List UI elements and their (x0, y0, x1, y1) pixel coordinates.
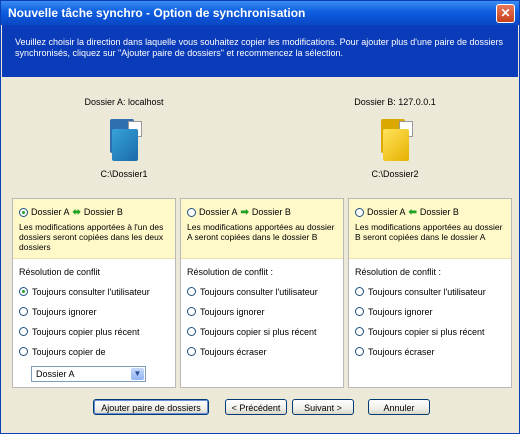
direction-from-label: Dossier A (199, 207, 238, 217)
folder-a-path: C:\Dossier1 (100, 169, 148, 179)
folder-yellow-icon (379, 119, 413, 163)
radio-button[interactable] (19, 327, 28, 336)
option-label: Toujours copier si plus récent (200, 326, 317, 337)
dialog-window: Nouvelle tâche synchro - Option de synch… (0, 0, 520, 434)
conflict-resolution-title: Résolution de conflit (19, 267, 101, 277)
option-label: Toujours copier de (32, 346, 106, 357)
window-title: Nouvelle tâche synchro - Option de synch… (8, 6, 306, 20)
radio-button[interactable] (187, 287, 196, 296)
title-bar[interactable]: Nouvelle tâche synchro - Option de synch… (1, 1, 519, 25)
direction-from-label: Dossier A (31, 207, 70, 217)
folder-b-path: C:\Dossier2 (371, 169, 419, 179)
folder-blue-icon (108, 119, 142, 163)
panel-a-to-b: Dossier A ➡ Dossier B Les modifications … (180, 198, 344, 388)
next-button[interactable]: Suivant > (292, 399, 354, 415)
close-button[interactable]: ✕ (496, 4, 515, 23)
chevron-down-icon[interactable]: ▼ (131, 368, 144, 380)
instructions-text: Veuillez choisir la direction dans laque… (15, 37, 503, 58)
folder-b-label: Dossier B: 127.0.0.1 (354, 97, 436, 107)
conflict-resolution-group: Résolution de conflit : Toujours consult… (349, 259, 511, 357)
option-always-ask[interactable]: Toujours consulter l'utilisateur (187, 286, 343, 297)
cancel-button[interactable]: Annuler (368, 399, 430, 415)
radio-button[interactable] (187, 307, 196, 316)
option-label: Toujours ignorer (368, 306, 433, 317)
radio-button[interactable] (355, 347, 364, 356)
radio-button[interactable] (19, 347, 28, 356)
radio-button[interactable] (19, 287, 28, 296)
radio-button[interactable] (355, 327, 364, 336)
bidirectional-arrow-icon: ⬌ (72, 206, 81, 218)
radio-button[interactable] (187, 347, 196, 356)
copy-from-select[interactable]: Dossier A ▼ (31, 366, 146, 382)
sync-options-panels: Dossier A ⬌ Dossier B Les modifications … (12, 198, 512, 388)
radio-button[interactable] (187, 327, 196, 336)
instructions-band: Veuillez choisir la direction dans laque… (2, 25, 518, 77)
direction-to-label: Dossier B (251, 207, 291, 217)
conflict-resolution-group: Résolution de conflit : Toujours consult… (181, 259, 343, 357)
conflict-resolution-title: Résolution de conflit : (187, 267, 274, 277)
direction-to-label: Dossier B (83, 207, 123, 217)
folder-b: Dossier B: 127.0.0.1 C:\Dossier2 (295, 97, 495, 179)
radio-button[interactable] (19, 307, 28, 316)
panel-bidirectional: Dossier A ⬌ Dossier B Les modifications … (12, 198, 176, 388)
radio-button[interactable] (355, 307, 364, 316)
conflict-resolution-group: Résolution de conflit Toujours consulter… (13, 259, 175, 382)
conflict-resolution-title: Résolution de conflit : (355, 267, 442, 277)
option-always-overwrite[interactable]: Toujours écraser (355, 346, 511, 357)
direction-description: Les modifications apportées au dossier A… (187, 222, 335, 242)
panel-b-to-a: Dossier A ⬅ Dossier B Les modifications … (348, 198, 512, 388)
folders-overview: Dossier A: localhost C:\Dossier1 Dossier… (2, 77, 518, 197)
option-always-ignore[interactable]: Toujours ignorer (187, 306, 343, 317)
direction-bidirectional-option[interactable]: Dossier A ⬌ Dossier B (19, 207, 123, 217)
option-always-ignore[interactable]: Toujours ignorer (19, 306, 175, 317)
direction-description: Les modifications apportées à l'un des d… (19, 222, 164, 252)
direction-radio[interactable] (19, 207, 28, 217)
option-label: Toujours copier si plus récent (368, 326, 485, 337)
radio-button[interactable] (355, 287, 364, 296)
option-label: Toujours écraser (368, 346, 435, 357)
direction-from-label: Dossier A (367, 207, 406, 217)
option-always-ignore[interactable]: Toujours ignorer (355, 306, 511, 317)
option-copy-from[interactable]: Toujours copier de (19, 346, 175, 357)
panel-bidirectional-header: Dossier A ⬌ Dossier B Les modifications … (13, 199, 175, 259)
option-label: Toujours écraser (200, 346, 267, 357)
copy-from-value: Dossier A (36, 369, 75, 379)
direction-radio[interactable] (187, 207, 196, 217)
direction-radio[interactable] (355, 207, 364, 217)
previous-button[interactable]: < Précédent (225, 399, 287, 415)
arrow-right-icon: ➡ (240, 206, 249, 218)
option-always-overwrite[interactable]: Toujours écraser (187, 346, 343, 357)
direction-description: Les modifications apportées au dossier B… (355, 222, 503, 242)
direction-a-to-b-option[interactable]: Dossier A ➡ Dossier B (187, 207, 291, 217)
button-bar: Ajouter paire de dossiers < Précédent Su… (1, 399, 519, 425)
option-label: Toujours ignorer (200, 306, 265, 317)
option-always-ask[interactable]: Toujours consulter l'utilisateur (19, 286, 175, 297)
folder-a-label: Dossier A: localhost (84, 97, 164, 107)
folder-a: Dossier A: localhost C:\Dossier1 (24, 97, 224, 179)
panel-a-to-b-header: Dossier A ➡ Dossier B Les modifications … (181, 199, 343, 259)
option-label: Toujours ignorer (32, 306, 97, 317)
option-label: Toujours consulter l'utilisateur (200, 286, 318, 297)
option-label: Toujours consulter l'utilisateur (368, 286, 486, 297)
direction-b-to-a-option[interactable]: Dossier A ⬅ Dossier B (355, 207, 459, 217)
direction-to-label: Dossier B (419, 207, 459, 217)
add-folder-pair-button[interactable]: Ajouter paire de dossiers (93, 399, 209, 415)
arrow-left-icon: ⬅ (408, 206, 417, 218)
option-copy-if-newer[interactable]: Toujours copier si plus récent (187, 326, 343, 337)
option-always-ask[interactable]: Toujours consulter l'utilisateur (355, 286, 511, 297)
panel-b-to-a-header: Dossier A ⬅ Dossier B Les modifications … (349, 199, 511, 259)
option-label: Toujours copier plus récent (32, 326, 140, 337)
option-label: Toujours consulter l'utilisateur (32, 286, 150, 297)
option-copy-newer[interactable]: Toujours copier plus récent (19, 326, 175, 337)
option-copy-if-newer[interactable]: Toujours copier si plus récent (355, 326, 511, 337)
